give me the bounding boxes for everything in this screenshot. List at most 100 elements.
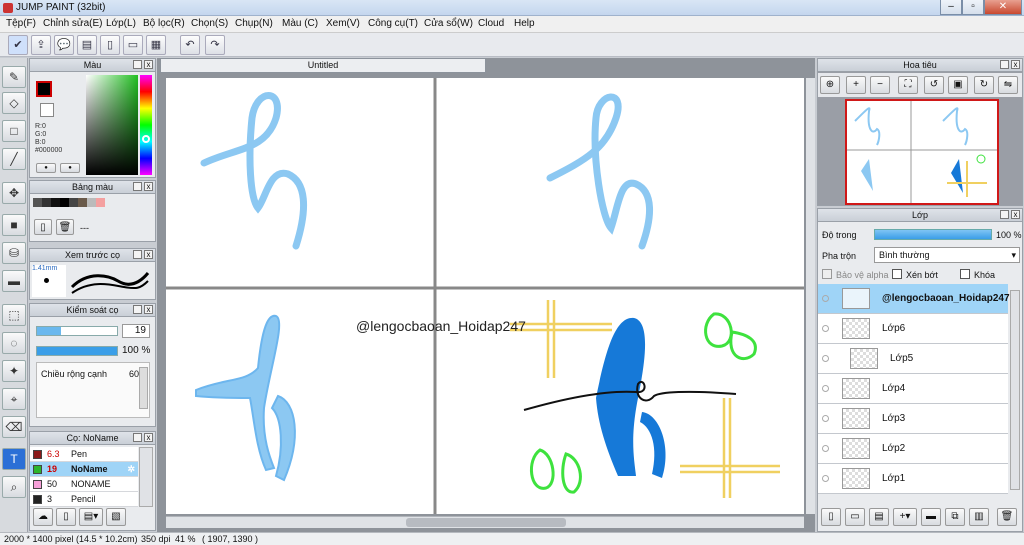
swatch[interactable] bbox=[69, 198, 78, 207]
page-icon[interactable]: ▯ bbox=[100, 35, 120, 55]
swatch[interactable] bbox=[96, 198, 105, 207]
brush-tool-icon[interactable]: ✎ bbox=[2, 66, 26, 88]
brush-opacity-slider[interactable] bbox=[36, 346, 118, 356]
bucket-tool-icon[interactable]: ⛁ bbox=[2, 242, 26, 264]
menu-help[interactable]: Help bbox=[514, 18, 535, 29]
saturation-field[interactable] bbox=[86, 75, 138, 175]
move-tool-icon[interactable]: ✥ bbox=[2, 182, 26, 204]
background-color[interactable] bbox=[40, 103, 54, 117]
duplicate-layer-icon[interactable]: ⧉ bbox=[945, 508, 965, 526]
layer-row-watermark[interactable]: @lengocbaoan_Hoidap247 bbox=[818, 284, 1010, 314]
menu-window[interactable]: Cửa sổ(W) bbox=[424, 18, 473, 29]
redo-icon[interactable]: ↷ bbox=[205, 35, 225, 55]
minimize-button[interactable]: ‒ bbox=[940, 0, 962, 15]
grid-icon[interactable]: ▦ bbox=[146, 35, 166, 55]
menu-tools[interactable]: Công cụ(T) bbox=[368, 18, 418, 29]
close-window-button[interactable]: ✕ bbox=[984, 0, 1022, 15]
swatch[interactable] bbox=[78, 198, 87, 207]
lock-checkbox[interactable] bbox=[960, 269, 970, 279]
eye-icon[interactable] bbox=[822, 355, 829, 362]
brush-settings-icon[interactable]: ▧ bbox=[106, 508, 126, 526]
brush-item-pencil[interactable]: 3 Pencil bbox=[30, 492, 138, 507]
horizontal-scrollbar[interactable] bbox=[166, 516, 804, 528]
zoom-out-icon[interactable]: − bbox=[870, 76, 890, 94]
swatch[interactable] bbox=[60, 198, 69, 207]
close-panel-icon[interactable]: x bbox=[1011, 60, 1020, 69]
document-tab[interactable]: Untitled bbox=[160, 58, 486, 73]
new-swatch-icon[interactable]: ▯ bbox=[34, 219, 52, 235]
select-eraser-icon[interactable]: ⌫ bbox=[2, 416, 26, 438]
magic-wand-icon[interactable]: ✦ bbox=[2, 360, 26, 382]
close-panel-icon[interactable]: x bbox=[144, 305, 153, 314]
delete-swatch-icon[interactable]: 🗑 bbox=[56, 219, 74, 235]
menu-file[interactable]: Tệp(F) bbox=[6, 18, 36, 29]
brush-item-noname[interactable]: 19 NoName ✲ bbox=[30, 462, 138, 477]
menu-color[interactable]: Màu (C) bbox=[282, 18, 318, 29]
export-icon[interactable]: ⇪ bbox=[31, 35, 51, 55]
brush-size-input[interactable]: 19 bbox=[122, 324, 150, 338]
swatch[interactable] bbox=[33, 198, 42, 207]
gradient-tool-icon[interactable]: ▬ bbox=[2, 270, 26, 292]
menu-capture[interactable]: Chụp(N) bbox=[235, 18, 273, 29]
layer-row-1[interactable]: Lớp1 bbox=[818, 464, 1008, 494]
undock-icon[interactable] bbox=[1000, 60, 1009, 69]
brush-item-pen[interactable]: 6.3 Pen bbox=[30, 447, 138, 462]
close-panel-icon[interactable]: x bbox=[144, 182, 153, 191]
close-panel-icon[interactable]: x bbox=[144, 250, 153, 259]
layer-row-2[interactable]: Lớp2 bbox=[818, 434, 1008, 464]
eyedropper-icon[interactable]: ⌕ bbox=[2, 476, 26, 498]
folder-icon[interactable]: ▬ bbox=[921, 508, 941, 526]
merge-layer-icon[interactable]: ▥ bbox=[969, 508, 989, 526]
color-mode-button[interactable]: ● bbox=[36, 163, 56, 173]
delete-layer-icon[interactable]: 🗑 bbox=[997, 508, 1017, 526]
eye-icon[interactable] bbox=[822, 475, 829, 482]
select-pen-icon[interactable]: ⌖ bbox=[2, 388, 26, 410]
gear-icon[interactable]: ✲ bbox=[127, 462, 135, 476]
eye-icon[interactable] bbox=[822, 325, 829, 332]
brush-item-noname-upper[interactable]: 50 NONAME bbox=[30, 477, 138, 492]
layer-row-5[interactable]: Lớp5 bbox=[818, 344, 1008, 374]
close-panel-icon[interactable]: x bbox=[1011, 210, 1020, 219]
eraser-tool-icon[interactable]: ◇ bbox=[2, 92, 26, 114]
check-icon[interactable]: ✔ bbox=[8, 35, 28, 55]
fit-window-icon[interactable]: ⛶ bbox=[898, 76, 918, 94]
rotate-right-icon[interactable]: ↻ bbox=[974, 76, 994, 94]
maximize-button[interactable]: ▫ bbox=[962, 0, 984, 15]
eye-icon[interactable] bbox=[822, 385, 829, 392]
undock-icon[interactable] bbox=[133, 305, 142, 314]
eye-icon[interactable] bbox=[822, 445, 829, 452]
undock-icon[interactable] bbox=[133, 433, 142, 442]
layer-row-3[interactable]: Lớp3 bbox=[818, 404, 1008, 434]
flip-icon[interactable]: ⇋ bbox=[998, 76, 1018, 94]
menu-edit[interactable]: Chỉnh sửa(E) bbox=[43, 18, 103, 29]
add-layer-menu-icon[interactable]: +▾ bbox=[893, 508, 917, 526]
layer-opacity-slider[interactable] bbox=[874, 229, 992, 240]
close-panel-icon[interactable]: x bbox=[144, 60, 153, 69]
layer-row-6[interactable]: Lớp6 bbox=[818, 314, 1008, 344]
menu-view[interactable]: Xem(V) bbox=[326, 18, 360, 29]
rect-tool-icon[interactable]: □ bbox=[2, 120, 26, 142]
select-rect-icon[interactable]: ⬚ bbox=[2, 304, 26, 326]
new-layer-icon[interactable]: ▯ bbox=[821, 508, 841, 526]
close-panel-icon[interactable]: x bbox=[144, 433, 153, 442]
hue-handle[interactable] bbox=[142, 135, 150, 143]
message-icon[interactable]: ▤ bbox=[77, 35, 97, 55]
eye-icon[interactable] bbox=[822, 415, 829, 422]
undock-icon[interactable] bbox=[133, 250, 142, 259]
clip-checkbox[interactable] bbox=[892, 269, 902, 279]
swatch[interactable] bbox=[51, 198, 60, 207]
cloud-brush-icon[interactable]: ☁ bbox=[33, 508, 53, 526]
vertical-scrollbar[interactable] bbox=[806, 78, 815, 514]
brush-size-slider[interactable] bbox=[36, 326, 118, 336]
actual-size-icon[interactable]: ▣ bbox=[948, 76, 968, 94]
blend-mode-select[interactable]: Bình thường ▾ bbox=[874, 247, 1020, 263]
protect-alpha-checkbox[interactable] bbox=[822, 269, 832, 279]
menu-cloud[interactable]: Cloud bbox=[478, 18, 504, 29]
edge-scroll[interactable] bbox=[139, 367, 148, 409]
document-icon[interactable]: ▭ bbox=[123, 35, 143, 55]
hue-slider[interactable] bbox=[140, 75, 152, 175]
navigator-preview[interactable] bbox=[845, 99, 999, 205]
fill-rect-tool-icon[interactable]: ■ bbox=[2, 214, 26, 236]
text-tool-icon[interactable]: T bbox=[2, 448, 26, 470]
rotate-left-icon[interactable]: ↺ bbox=[924, 76, 944, 94]
